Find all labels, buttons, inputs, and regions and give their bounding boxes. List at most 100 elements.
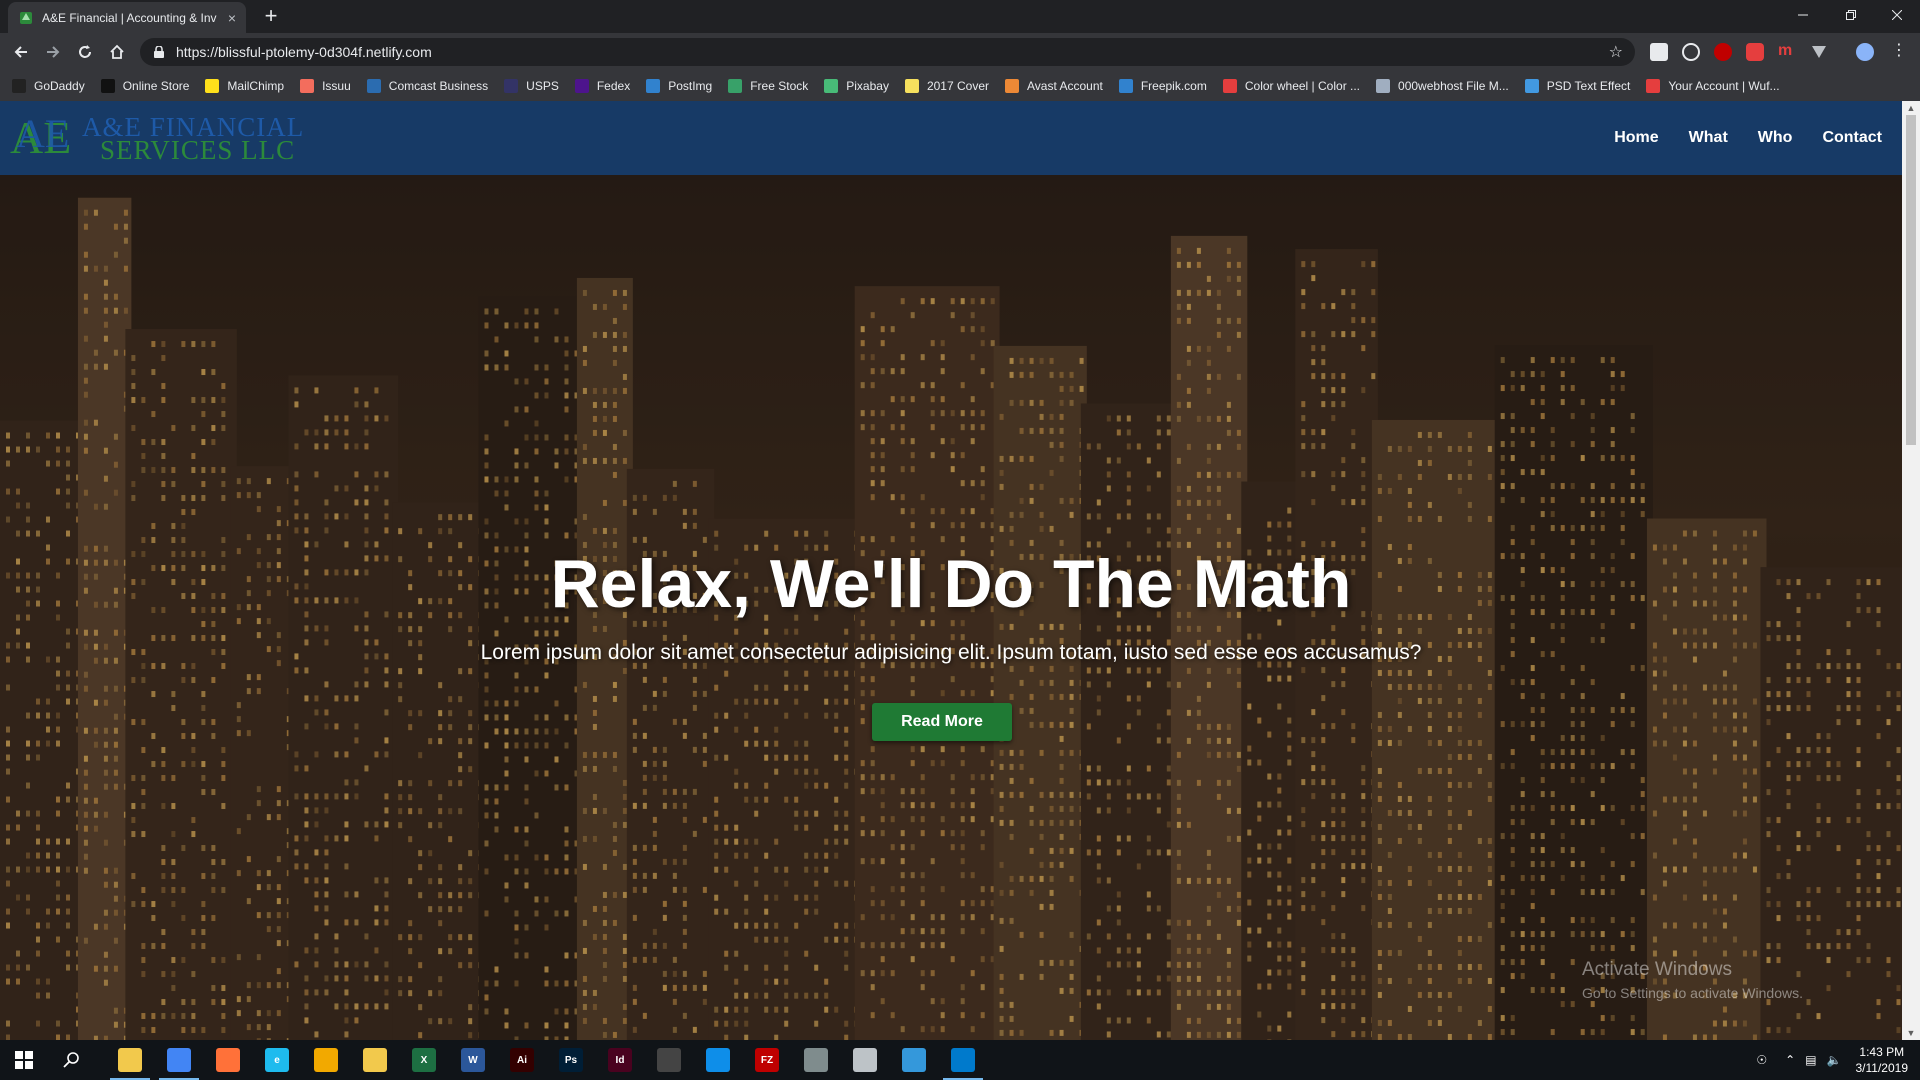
bookmark-item[interactable]: Free Stock [728, 79, 808, 93]
bookmark-item[interactable]: Issuu [300, 79, 351, 93]
bookmark-favicon-icon [1524, 79, 1539, 93]
company-logo[interactable]: AE AE A&E FINANCIAL SERVICES LLC [8, 109, 318, 165]
bookmark-item[interactable]: Color wheel | Color ... [1222, 79, 1360, 93]
bookmark-item[interactable]: 000webhost File M... [1376, 79, 1509, 93]
word-icon: W [461, 1048, 485, 1072]
taskbar-vscode[interactable] [939, 1040, 987, 1080]
bookmark-favicon-icon [1005, 79, 1019, 93]
taskbar-filezilla[interactable]: FZ [743, 1040, 791, 1080]
taskbar-photoshop[interactable]: Ps [547, 1040, 595, 1080]
taskbar-app-blue[interactable] [890, 1040, 938, 1080]
address-bar[interactable]: https://blissful-ptolemy-0d304f.netlify.… [140, 38, 1635, 66]
vscode-icon [951, 1048, 975, 1072]
nav-home[interactable]: Home [1614, 129, 1658, 147]
scroll-down-icon[interactable]: ▼ [1902, 1026, 1920, 1040]
bookmark-item[interactable]: PostImg [646, 79, 712, 93]
taskbar-indesign[interactable]: Id [596, 1040, 644, 1080]
read-more-button[interactable]: Read More [872, 703, 1012, 741]
bookmark-item[interactable]: Fedex [574, 79, 630, 93]
taskbar-word[interactable]: W [449, 1040, 497, 1080]
taskbar-teamviewer[interactable] [694, 1040, 742, 1080]
bookmark-label: Avast Account [1027, 79, 1103, 93]
logo-text-line2: SERVICES LLC [100, 135, 296, 165]
bookmark-item[interactable]: PSD Text Effect [1524, 79, 1631, 93]
tab-active[interactable]: A&E Financial | Accounting & Inv × [8, 2, 246, 33]
ublock-icon[interactable] [1714, 43, 1732, 61]
extension-v-icon[interactable] [1810, 43, 1828, 61]
home-icon[interactable] [104, 39, 130, 65]
bookmark-label: Issuu [322, 79, 351, 93]
teamviewer-icon [706, 1048, 730, 1072]
menu-kebab-icon[interactable]: ⋮ [1890, 43, 1908, 61]
chevron-up-icon[interactable]: ⌃ [1785, 1053, 1795, 1067]
system-tray: ☉ ⌃ ▤ 🔈 1:43 PM 3/11/2019 [1756, 1040, 1908, 1080]
taskbar-app-gray[interactable] [792, 1040, 840, 1080]
taskbar-excel[interactable]: X [400, 1040, 448, 1080]
bookmark-item[interactable]: 2017 Cover [904, 79, 989, 93]
bookmark-item[interactable]: Freepik.com [1118, 79, 1207, 93]
start-button[interactable] [0, 1040, 48, 1080]
search-button[interactable] [48, 1040, 96, 1080]
forward-arrow-icon[interactable] [40, 39, 66, 65]
back-arrow-icon[interactable] [8, 39, 34, 65]
reload-icon[interactable] [72, 39, 98, 65]
nav-contact[interactable]: Contact [1822, 129, 1882, 147]
bookmark-favicon-icon [100, 79, 115, 93]
taskbar-chrome[interactable] [155, 1040, 203, 1080]
app-gray-icon [804, 1048, 828, 1072]
scrollbar-thumb[interactable] [1906, 115, 1916, 445]
watermark-title: Activate Windows [1582, 959, 1732, 980]
taskbar-firefox[interactable] [204, 1040, 252, 1080]
url-text: https://blissful-ptolemy-0d304f.netlify.… [176, 44, 432, 60]
taskbar-app-circle[interactable] [302, 1040, 350, 1080]
bookmark-item[interactable]: GoDaddy [12, 79, 85, 93]
bookmark-item[interactable]: USPS [504, 79, 559, 93]
taskbar-mail[interactable] [351, 1040, 399, 1080]
taskbar-app-white[interactable] [841, 1040, 889, 1080]
bookmark-favicon-icon [1118, 79, 1133, 93]
bookmark-item[interactable]: MailChimp [205, 79, 284, 93]
taskbar-illustrator[interactable]: Ai [498, 1040, 546, 1080]
profile-avatar[interactable] [1856, 43, 1874, 61]
nav-what[interactable]: What [1689, 129, 1728, 147]
adblock-icon[interactable] [1746, 43, 1764, 61]
bookmark-item[interactable]: Your Account | Wuf... [1646, 79, 1780, 93]
bookmark-item[interactable]: Pixabay [824, 79, 889, 93]
new-tab-button[interactable]: + [258, 4, 284, 30]
volume-icon[interactable]: 🔈 [1827, 1053, 1842, 1067]
bookmark-favicon-icon [904, 79, 919, 93]
clock-date: 3/11/2019 [1855, 1061, 1909, 1075]
page-scrollbar[interactable]: ▲ ▼ [1902, 101, 1920, 1040]
extension-notes-icon[interactable] [1650, 43, 1668, 61]
bookmark-item[interactable]: Online Store [100, 79, 189, 93]
taskbar-file-explorer[interactable] [106, 1040, 154, 1080]
bookmark-label: Comcast Business [388, 79, 489, 93]
watermark-subtitle: Go to Settings to activate Windows. [1582, 985, 1803, 1001]
bookmark-item[interactable]: Avast Account [1005, 79, 1103, 93]
internet-explorer-icon: e [265, 1048, 289, 1072]
taskbar-calculator[interactable] [645, 1040, 693, 1080]
bookmark-label: PSD Text Effect [1546, 79, 1631, 93]
activate-windows-watermark: Activate Windows Go to Settings to activ… [1582, 959, 1803, 1001]
tab-close-icon[interactable]: × [228, 10, 236, 26]
bookmark-star-icon[interactable]: ☆ [1609, 42, 1623, 62]
extension-gear-icon[interactable] [1682, 43, 1700, 61]
indesign-icon: Id [608, 1048, 632, 1072]
extension-m-icon[interactable]: m [1778, 43, 1796, 61]
people-icon[interactable]: ☉ [1756, 1053, 1767, 1067]
network-icon[interactable]: ▤ [1805, 1053, 1816, 1067]
bookmark-favicon-icon [1646, 79, 1661, 93]
nav-who[interactable]: Who [1758, 129, 1793, 147]
taskbar-internet-explorer[interactable]: e [253, 1040, 301, 1080]
bookmark-item[interactable]: Comcast Business [366, 79, 489, 93]
bookmark-label: Freepik.com [1140, 79, 1207, 93]
minimize-icon[interactable] [1780, 0, 1826, 30]
scroll-up-icon[interactable]: ▲ [1902, 101, 1920, 115]
restore-icon[interactable] [1828, 0, 1874, 30]
bookmark-favicon-icon [574, 79, 589, 93]
clock[interactable]: 1:43 PM 3/11/2019 [1856, 1044, 1909, 1076]
close-window-icon[interactable] [1874, 0, 1920, 30]
calculator-icon [657, 1048, 681, 1072]
bookmarks-bar: GoDaddy Online Store MailChimp Issuu Comcast… [0, 71, 1920, 101]
app-circle-icon [314, 1048, 338, 1072]
